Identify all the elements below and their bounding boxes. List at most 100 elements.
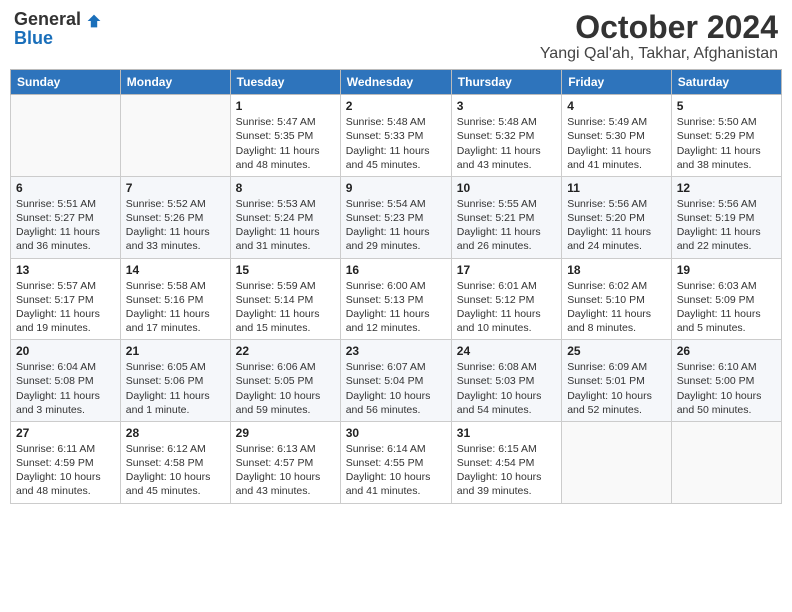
calendar-cell: 17Sunrise: 6:01 AM Sunset: 5:12 PM Dayli…	[451, 258, 561, 340]
calendar-table: SundayMondayTuesdayWednesdayThursdayFrid…	[10, 69, 782, 503]
calendar-cell: 28 Sunrise: 6:12 AM Sunset: 4:58 PM Dayli…	[120, 421, 230, 503]
month-title: October 2024	[540, 10, 778, 45]
calendar-cell: 25 Sunrise: 6:09 AM Sunset: 5:01 PM Dayli…	[562, 340, 672, 422]
calendar-cell: 22Sunrise: 6:06 AM Sunset: 5:05 PM Dayli…	[230, 340, 340, 422]
calendar-cell: 18 Sunrise: 6:02 AM Sunset: 5:10 PM Dayli…	[562, 258, 672, 340]
logo: General Blue	[14, 10, 102, 47]
day-number: 28	[126, 426, 225, 440]
day-info: Sunrise: 6:11 AM Sunset: 4:59 PM Dayligh…	[16, 442, 115, 499]
day-info: Sunrise: 5:54 AM Sunset: 5:23 PM Dayligh…	[346, 197, 446, 254]
day-info: Sunrise: 6:10 AM Sunset: 5:00 PM Dayligh…	[677, 360, 776, 417]
day-number: 13	[16, 263, 115, 277]
calendar-cell: 31 Sunrise: 6:15 AM Sunset: 4:54 PM Dayli…	[451, 421, 561, 503]
day-number: 24	[457, 344, 556, 358]
day-number: 27	[16, 426, 115, 440]
location-text: Yangi Qal'ah, Takhar, Afghanistan	[540, 45, 778, 63]
calendar-cell	[671, 421, 781, 503]
calendar-cell: 29Sunrise: 6:13 AM Sunset: 4:57 PM Dayli…	[230, 421, 340, 503]
day-info: Sunrise: 6:06 AM Sunset: 5:05 PM Dayligh…	[236, 360, 335, 417]
calendar-cell: 23Sunrise: 6:07 AM Sunset: 5:04 PM Dayli…	[340, 340, 451, 422]
day-info: Sunrise: 5:56 AM Sunset: 5:19 PM Dayligh…	[677, 197, 776, 254]
day-number: 3	[457, 99, 556, 113]
day-number: 18	[567, 263, 666, 277]
calendar-cell: 11 Sunrise: 5:56 AM Sunset: 5:20 PM Dayli…	[562, 176, 672, 258]
day-number: 2	[346, 99, 446, 113]
calendar-cell: 26 Sunrise: 6:10 AM Sunset: 5:00 PM Dayli…	[671, 340, 781, 422]
calendar-week-row: 1 Sunrise: 5:47 AM Sunset: 5:35 PM Daylig…	[11, 95, 782, 177]
calendar-week-row: 20 Sunrise: 6:04 AM Sunset: 5:08 PM Dayli…	[11, 340, 782, 422]
day-number: 9	[346, 181, 446, 195]
calendar-cell: 10 Sunrise: 5:55 AM Sunset: 5:21 PM Dayli…	[451, 176, 561, 258]
day-number: 7	[126, 181, 225, 195]
day-info: Sunrise: 6:15 AM Sunset: 4:54 PM Dayligh…	[457, 442, 556, 499]
day-info: Sunrise: 6:09 AM Sunset: 5:01 PM Dayligh…	[567, 360, 666, 417]
day-of-week-header: Wednesday	[340, 70, 451, 95]
calendar-cell: 30 Sunrise: 6:14 AM Sunset: 4:55 PM Dayli…	[340, 421, 451, 503]
day-info: Sunrise: 5:57 AM Sunset: 5:17 PM Dayligh…	[16, 279, 115, 336]
calendar-cell: 24 Sunrise: 6:08 AM Sunset: 5:03 PM Dayli…	[451, 340, 561, 422]
day-info: Sunrise: 6:04 AM Sunset: 5:08 PM Dayligh…	[16, 360, 115, 417]
calendar-cell: 1 Sunrise: 5:47 AM Sunset: 5:35 PM Daylig…	[230, 95, 340, 177]
calendar-cell: 21 Sunrise: 6:05 AM Sunset: 5:06 PM Dayli…	[120, 340, 230, 422]
day-info: Sunrise: 5:58 AM Sunset: 5:16 PM Dayligh…	[126, 279, 225, 336]
day-info: Sunrise: 5:51 AM Sunset: 5:27 PM Dayligh…	[16, 197, 115, 254]
calendar-cell: 27 Sunrise: 6:11 AM Sunset: 4:59 PM Dayli…	[11, 421, 121, 503]
calendar-cell: 12 Sunrise: 5:56 AM Sunset: 5:19 PM Dayli…	[671, 176, 781, 258]
day-number: 23	[346, 344, 446, 358]
day-number: 26	[677, 344, 776, 358]
day-info: Sunrise: 5:49 AM Sunset: 5:30 PM Dayligh…	[567, 115, 666, 172]
day-number: 25	[567, 344, 666, 358]
calendar-cell: 14 Sunrise: 5:58 AM Sunset: 5:16 PM Dayli…	[120, 258, 230, 340]
day-info: Sunrise: 6:02 AM Sunset: 5:10 PM Dayligh…	[567, 279, 666, 336]
day-number: 12	[677, 181, 776, 195]
calendar-cell: 13 Sunrise: 5:57 AM Sunset: 5:17 PM Dayli…	[11, 258, 121, 340]
day-info: Sunrise: 5:53 AM Sunset: 5:24 PM Dayligh…	[236, 197, 335, 254]
calendar-week-row: 27 Sunrise: 6:11 AM Sunset: 4:59 PM Dayli…	[11, 421, 782, 503]
calendar-cell: 4 Sunrise: 5:49 AM Sunset: 5:30 PM Daylig…	[562, 95, 672, 177]
day-number: 8	[236, 181, 335, 195]
day-info: Sunrise: 6:14 AM Sunset: 4:55 PM Dayligh…	[346, 442, 446, 499]
calendar-week-row: 13 Sunrise: 5:57 AM Sunset: 5:17 PM Dayli…	[11, 258, 782, 340]
day-of-week-header: Monday	[120, 70, 230, 95]
day-info: Sunrise: 5:56 AM Sunset: 5:20 PM Dayligh…	[567, 197, 666, 254]
day-number: 4	[567, 99, 666, 113]
day-of-week-header: Friday	[562, 70, 672, 95]
calendar-cell: 5Sunrise: 5:50 AM Sunset: 5:29 PM Daylig…	[671, 95, 781, 177]
day-number: 30	[346, 426, 446, 440]
day-of-week-header: Saturday	[671, 70, 781, 95]
day-number: 21	[126, 344, 225, 358]
calendar-cell: 2 Sunrise: 5:48 AM Sunset: 5:33 PM Daylig…	[340, 95, 451, 177]
day-info: Sunrise: 5:52 AM Sunset: 5:26 PM Dayligh…	[126, 197, 225, 254]
day-info: Sunrise: 5:55 AM Sunset: 5:21 PM Dayligh…	[457, 197, 556, 254]
day-number: 1	[236, 99, 335, 113]
calendar-cell: 3 Sunrise: 5:48 AM Sunset: 5:32 PM Daylig…	[451, 95, 561, 177]
day-number: 14	[126, 263, 225, 277]
day-info: Sunrise: 5:59 AM Sunset: 5:14 PM Dayligh…	[236, 279, 335, 336]
logo-general-text: General	[14, 9, 81, 29]
day-info: Sunrise: 6:12 AM Sunset: 4:58 PM Dayligh…	[126, 442, 225, 499]
calendar-cell: 19Sunrise: 6:03 AM Sunset: 5:09 PM Dayli…	[671, 258, 781, 340]
calendar-cell: 16Sunrise: 6:00 AM Sunset: 5:13 PM Dayli…	[340, 258, 451, 340]
day-info: Sunrise: 6:05 AM Sunset: 5:06 PM Dayligh…	[126, 360, 225, 417]
calendar-header-row: SundayMondayTuesdayWednesdayThursdayFrid…	[11, 70, 782, 95]
logo-blue-text: Blue	[14, 29, 102, 47]
day-info: Sunrise: 5:47 AM Sunset: 5:35 PM Dayligh…	[236, 115, 335, 172]
calendar-cell: 6 Sunrise: 5:51 AM Sunset: 5:27 PM Daylig…	[11, 176, 121, 258]
day-info: Sunrise: 6:08 AM Sunset: 5:03 PM Dayligh…	[457, 360, 556, 417]
calendar-cell: 9 Sunrise: 5:54 AM Sunset: 5:23 PM Daylig…	[340, 176, 451, 258]
calendar-cell: 7 Sunrise: 5:52 AM Sunset: 5:26 PM Daylig…	[120, 176, 230, 258]
day-info: Sunrise: 6:13 AM Sunset: 4:57 PM Dayligh…	[236, 442, 335, 499]
day-of-week-header: Tuesday	[230, 70, 340, 95]
day-info: Sunrise: 5:48 AM Sunset: 5:33 PM Dayligh…	[346, 115, 446, 172]
day-number: 15	[236, 263, 335, 277]
day-number: 10	[457, 181, 556, 195]
day-number: 20	[16, 344, 115, 358]
day-number: 31	[457, 426, 556, 440]
calendar-cell: 15 Sunrise: 5:59 AM Sunset: 5:14 PM Dayli…	[230, 258, 340, 340]
day-number: 11	[567, 181, 666, 195]
day-of-week-header: Sunday	[11, 70, 121, 95]
day-info: Sunrise: 5:48 AM Sunset: 5:32 PM Dayligh…	[457, 115, 556, 172]
day-number: 19	[677, 263, 776, 277]
day-number: 16	[346, 263, 446, 277]
day-number: 6	[16, 181, 115, 195]
